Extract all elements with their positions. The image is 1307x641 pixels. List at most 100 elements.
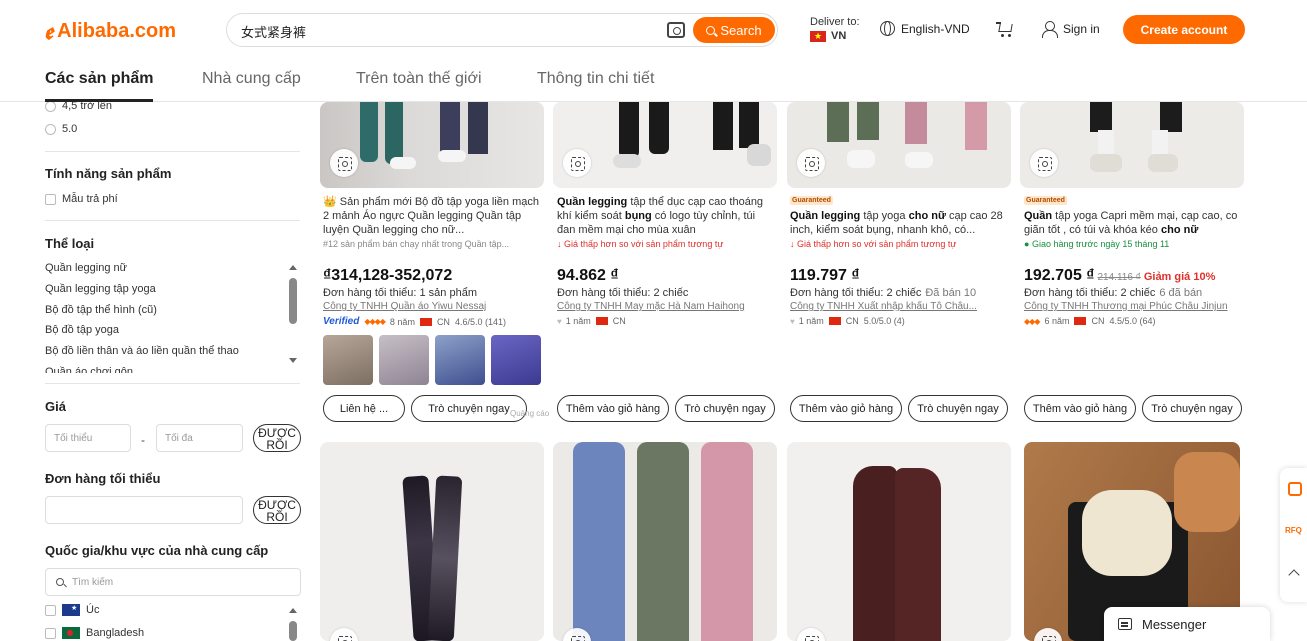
variant-thumbnail[interactable]: [323, 335, 373, 385]
variant-thumbnail[interactable]: [435, 335, 485, 385]
rating-option-4-5[interactable]: 4,5 trở lên: [45, 102, 112, 112]
moq-ok-button[interactable]: ĐƯỢC RỒI: [253, 496, 301, 524]
price-min-input[interactable]: Tối thiểu: [45, 424, 131, 452]
image-search-icon[interactable]: [563, 149, 591, 177]
price-dash: -: [141, 433, 145, 447]
rating-option-5[interactable]: 5.0: [45, 123, 77, 135]
product-image[interactable]: [1020, 102, 1244, 188]
feature-paid-sample[interactable]: Mẫu trả phí: [45, 193, 118, 205]
product-price: 192.705 ₫ 214.116 ₫ Giảm giá 10%: [1024, 267, 1216, 284]
moq-input[interactable]: [45, 496, 243, 524]
price-max-input[interactable]: Tối đa: [156, 424, 243, 452]
image-search-icon[interactable]: [797, 149, 825, 177]
china-flag-icon: [828, 317, 841, 325]
country-scrollbar[interactable]: [289, 621, 297, 641]
add-to-cart-button[interactable]: Thêm vào giỏ hàng: [1024, 395, 1136, 422]
create-account-button[interactable]: Create account: [1123, 15, 1245, 44]
sign-in-link[interactable]: Sign in: [1042, 21, 1100, 38]
image-search-icon[interactable]: [1030, 149, 1058, 177]
supplier-link[interactable]: Công ty TNHH Xuất nhập khẩu Tô Châu...: [790, 301, 982, 312]
scan-icon[interactable]: [1288, 482, 1302, 496]
guaranteed-badge: Guaranteed: [790, 196, 833, 205]
image-search-icon[interactable]: [1034, 628, 1062, 641]
bangladesh-flag-icon: [62, 627, 80, 639]
search-button[interactable]: Search: [693, 17, 775, 43]
divider: [45, 220, 300, 221]
price-ok-button[interactable]: ĐƯỢC RỒI: [253, 424, 301, 452]
search-icon: [706, 25, 716, 35]
product-title[interactable]: Quần tập yoga Capri mềm mại, cạp cao, co…: [1024, 209, 1242, 237]
vietnam-flag-icon: [810, 29, 826, 43]
country-bangladesh[interactable]: Bangladesh: [45, 627, 144, 639]
camera-icon[interactable]: [667, 22, 685, 38]
price-tag: ↓ Giá thấp hơn so với sản phẩm tương tự: [790, 239, 957, 249]
scroll-up-arrow-icon[interactable]: [289, 265, 297, 270]
country-search-input[interactable]: Tìm kiếm: [45, 568, 301, 596]
product-moq: Đơn hàng tối thiểu: 1 sản phẩm: [323, 287, 477, 299]
language-selector[interactable]: English-VND: [880, 21, 970, 36]
globe-icon: [880, 21, 895, 36]
supplier-link[interactable]: Công ty TNHH Quần áo Yiwu Nessaj: [323, 301, 515, 312]
category-item[interactable]: Quần legging nữ: [45, 262, 127, 274]
guaranteed-badge: Guaranteed: [1024, 196, 1067, 205]
supplier-link[interactable]: Công ty TNHH May mặc Hà Nam Haihong: [557, 301, 749, 312]
product-image[interactable]: [553, 442, 777, 641]
messenger-button[interactable]: Messenger: [1104, 607, 1270, 641]
contact-supplier-button[interactable]: Liên hệ ...: [323, 395, 405, 422]
tab-products[interactable]: Các sản phẩm: [45, 70, 154, 102]
scroll-up-arrow-icon[interactable]: [289, 608, 297, 613]
ad-label: Quảng cáo: [510, 409, 550, 418]
price-tag: ↓ Giá thấp hơn so với sản phẩm tương tự: [557, 239, 724, 249]
rfq-icon[interactable]: RFQ: [1285, 526, 1302, 535]
chat-now-button[interactable]: Trò chuyện ngay: [675, 395, 775, 422]
chat-now-button[interactable]: Trò chuyện ngay: [1142, 395, 1242, 422]
product-image[interactable]: [320, 102, 544, 188]
category-item[interactable]: Bộ đồ liền thân và áo liền quần thể thao: [45, 345, 239, 357]
search-icon: [56, 578, 64, 586]
product-price: 119.797 ₫: [790, 267, 860, 284]
image-search-icon[interactable]: [797, 628, 825, 641]
product-image[interactable]: [787, 442, 1011, 641]
deliver-to[interactable]: Deliver to: VN: [810, 15, 860, 43]
add-to-cart-button[interactable]: Thêm vào giỏ hàng: [557, 395, 669, 422]
category-item[interactable]: Bộ đồ tập yoga: [45, 324, 119, 336]
country-australia[interactable]: Úc: [45, 604, 99, 616]
message-icon: [1118, 618, 1132, 630]
discount-label: Giảm giá 10%: [1143, 271, 1216, 283]
alibaba-logo[interactable]: ꬲ Alibaba.com: [44, 16, 176, 46]
filter-sidebar: 4,5 trở lên 5.0 Tính năng sản phẩm Mẫu t…: [0, 102, 310, 641]
category-scrollbar[interactable]: [289, 278, 297, 324]
product-title[interactable]: Quần legging tập yoga cho nữ cạp cao 28 …: [790, 209, 1008, 237]
top-bar: ꬲAlibaba.com Search Deliver to: VN Engli…: [0, 0, 1307, 60]
supplier-link[interactable]: Công ty TNHH Thương mại Phúc Châu Jinjun: [1024, 301, 1234, 312]
add-to-cart-button[interactable]: Thêm vào giỏ hàng: [790, 395, 902, 422]
variant-thumbnail[interactable]: [379, 335, 429, 385]
product-moq: Đơn hàng tối thiểu: 2 chiếc: [557, 287, 689, 299]
logo-icon: ꬲ: [44, 19, 54, 44]
scroll-down-arrow-icon[interactable]: [289, 358, 297, 363]
product-image[interactable]: [320, 442, 544, 641]
variant-thumbnail[interactable]: [491, 335, 541, 385]
product-title[interactable]: Quần legging tập thể dục cạp cao thoáng …: [557, 195, 775, 237]
chat-now-button[interactable]: Trò chuyện ngay: [908, 395, 1008, 422]
supplier-meta: ♥ 1 năm CN 5.0/5.0 (4): [790, 316, 905, 326]
tab-suppliers[interactable]: Nhà cung cấp: [202, 70, 301, 88]
product-image[interactable]: [787, 102, 1011, 188]
diamond-rating-icon: ♥: [557, 316, 562, 326]
back-to-top-icon[interactable]: [1288, 569, 1300, 581]
product-price: ₫314,128-352,072: [323, 267, 453, 284]
image-search-icon[interactable]: [330, 149, 358, 177]
supplier-meta: ◆◆◆ 6 năm CN 4.5/5.0 (64): [1024, 316, 1156, 326]
search-input[interactable]: [241, 21, 661, 41]
product-title[interactable]: 👑 Sản phẩm mới Bộ đồ tập yoga liền mạch …: [323, 195, 541, 237]
product-image[interactable]: [553, 102, 777, 188]
category-item[interactable]: Quần legging tập yoga: [45, 283, 156, 295]
tab-details[interactable]: Thông tin chi tiết: [537, 70, 654, 88]
category-item[interactable]: Quần áo chơi gôn: [45, 366, 133, 373]
product-moq: Đơn hàng tối thiểu: 2 chiếc 6 đã bán: [1024, 287, 1203, 299]
image-search-icon[interactable]: [330, 628, 358, 641]
cart-icon[interactable]: [996, 21, 1014, 37]
china-flag-icon: [419, 317, 432, 326]
tab-worldwide[interactable]: Trên toàn thế giới: [356, 70, 482, 88]
category-item[interactable]: Bộ đồ tập thể hình (cũ): [45, 304, 157, 316]
